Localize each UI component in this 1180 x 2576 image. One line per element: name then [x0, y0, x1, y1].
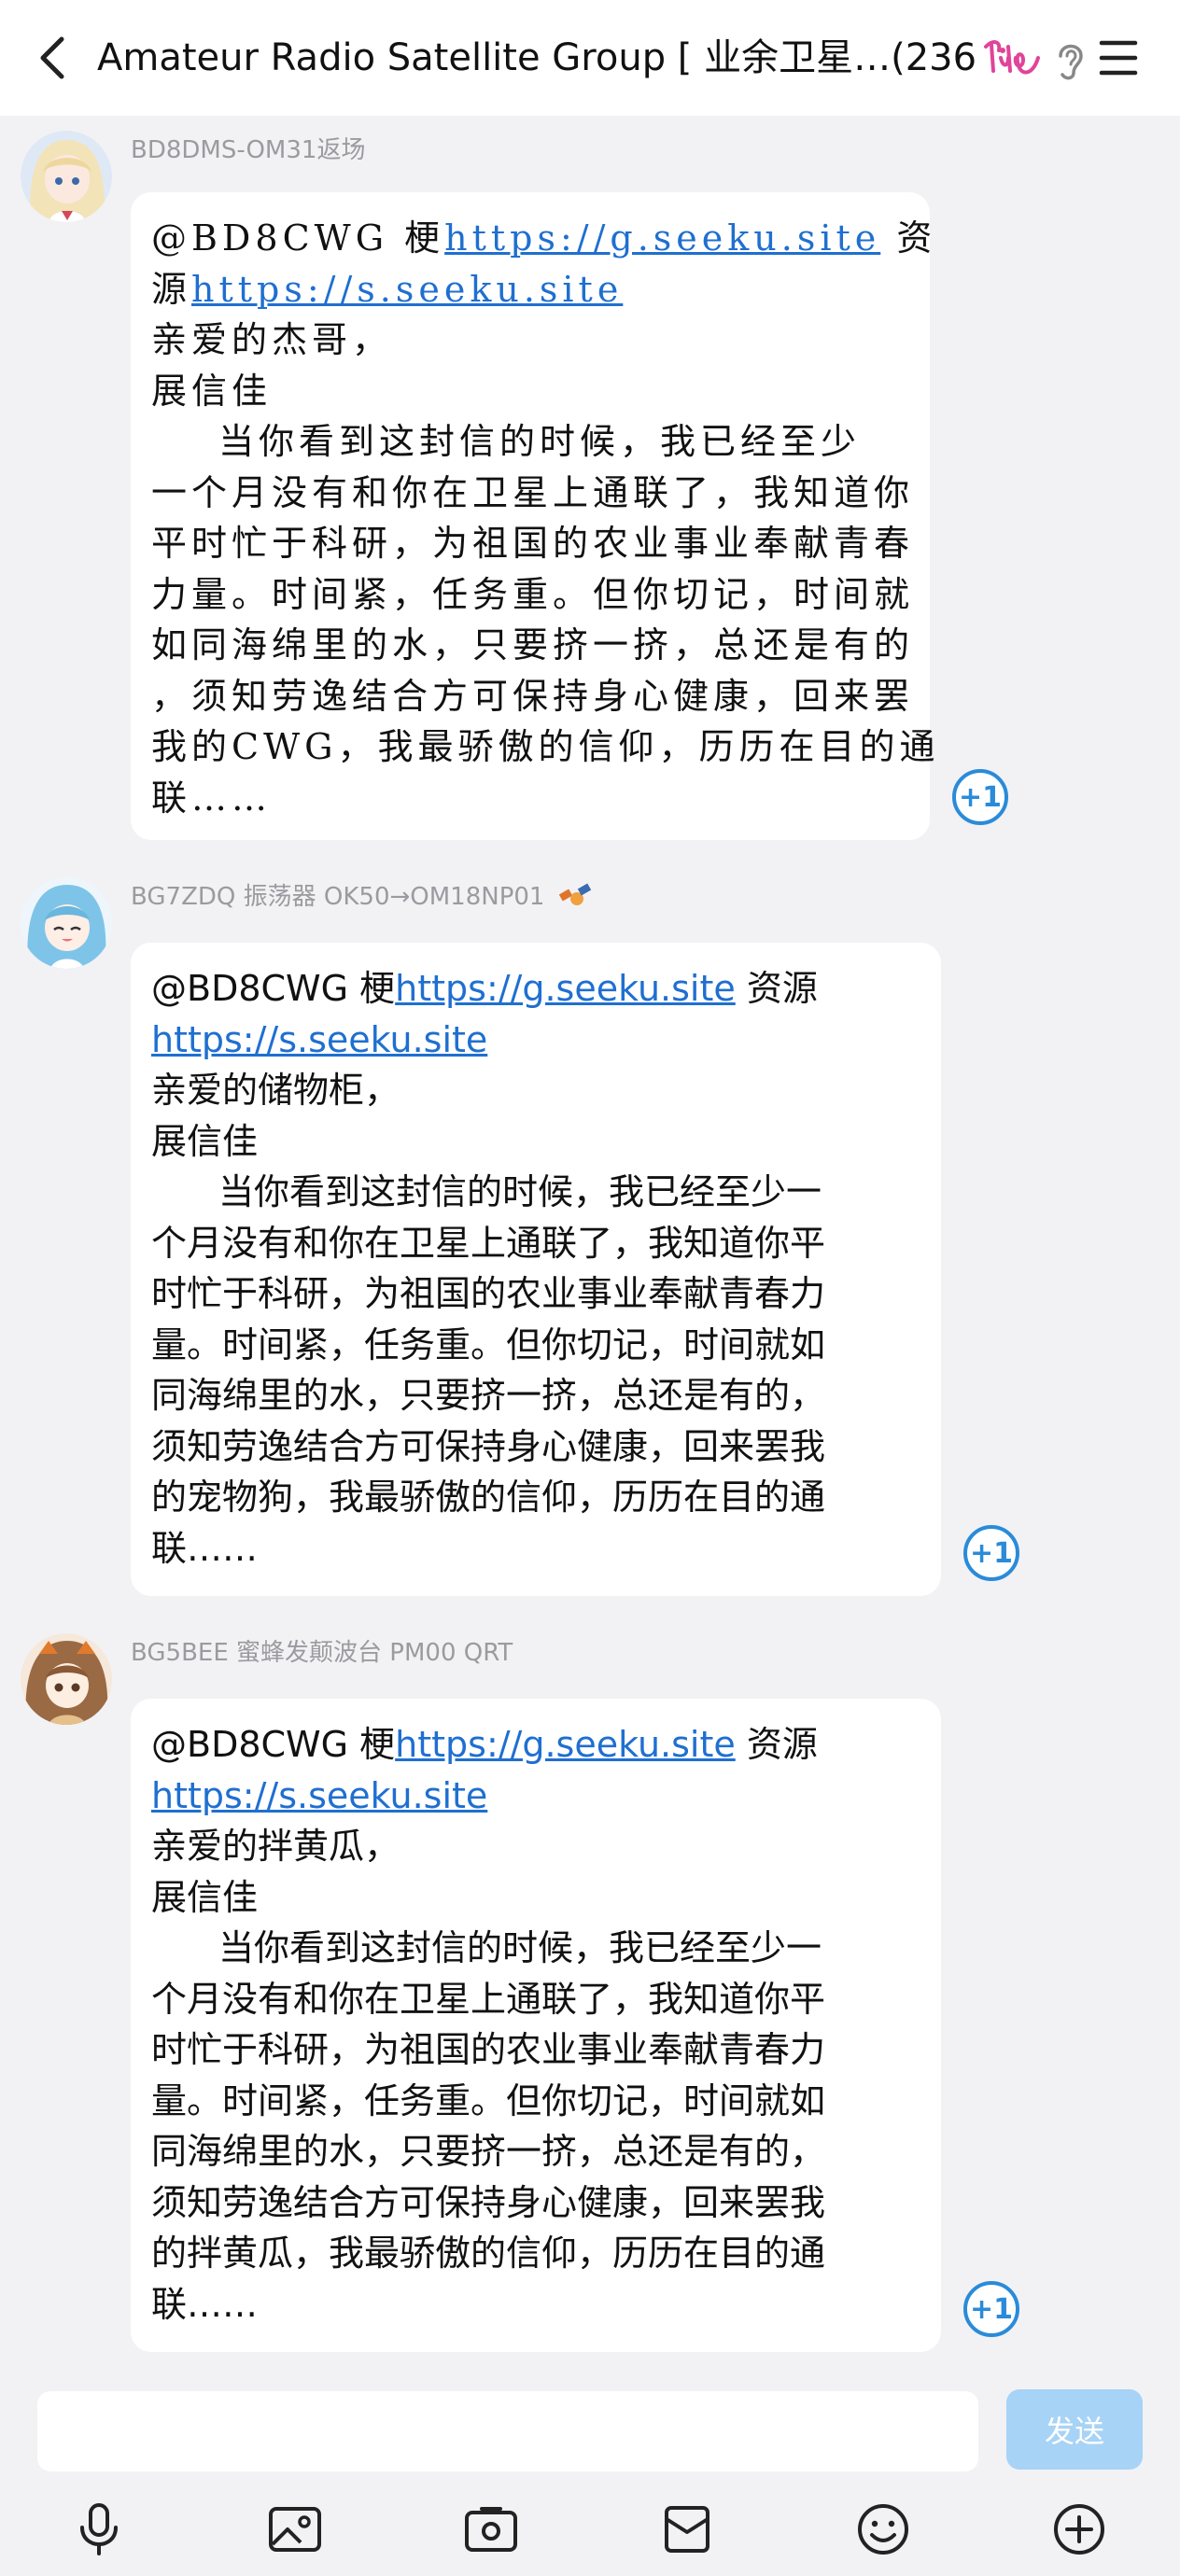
message-bubble[interactable]: @BD8CWG 梗https://g.seeku.site 资 源https:/…: [131, 192, 940, 840]
message-line: 量。时间紧，任务重。但你切记，时间就如: [151, 2079, 826, 2121]
message-line: 当你看到这封信的时候，我已经至少一: [218, 1171, 822, 1212]
avatar[interactable]: [21, 1633, 112, 1725]
back-button[interactable]: [26, 28, 78, 88]
tag-badge-icon[interactable]: [980, 30, 1047, 86]
sender-name[interactable]: BG7ZDQ 振荡器 OK50→OM18NP01: [131, 881, 594, 914]
bottom-toolbar: [0, 2483, 1180, 2576]
message-line: 量。时间紧，任务重。但你切记，时间就如: [151, 1323, 826, 1365]
back-arrow-icon: [40, 36, 64, 79]
message-line: 展信佳: [151, 1876, 259, 1918]
message-line: 时忙于科研，为祖国的农业事业奉献青春力: [151, 1273, 826, 1314]
message-line: 力量。时间紧，任务重。但你切记，时间就: [151, 573, 915, 615]
message-line: 联……: [151, 2283, 259, 2325]
message-line: 亲爱的拌黄瓜，: [151, 1826, 400, 1867]
chat-header: Amateur Radio Satellite Group [ 业余卫星…(23…: [0, 0, 1180, 116]
image-icon[interactable]: [263, 2498, 327, 2561]
link[interactable]: https://g.seeku.site: [395, 1724, 736, 1765]
menu-button[interactable]: [1096, 34, 1141, 82]
message-line: 个月没有和你在卫星上通联了，我知道你平: [151, 1978, 826, 2020]
message-line: 当你看到这封信的时候，我已经至少: [218, 421, 862, 462]
message-line: 同海绵里的水，只要挤一挤，总还是有的，: [151, 1375, 826, 1416]
sender-name[interactable]: BD8DMS-OM31返场: [131, 134, 365, 166]
message-line: ，须知劳逸结合方可保持身心健康，回来罢: [151, 675, 915, 717]
message-line: 的拌黄瓜，我最骄傲的信仰，历历在目的通: [151, 2233, 826, 2274]
message-text: 资源: [735, 1724, 818, 1765]
message-line: 展信佳: [151, 370, 273, 412]
message-line: https://s.seeku.site: [151, 1015, 920, 1066]
message-line: 个月没有和你在卫星上通联了，我知道你平: [151, 1222, 826, 1264]
message-line: 亲爱的储物柜，: [151, 1070, 400, 1111]
link[interactable]: https://s.seeku.site: [191, 269, 623, 310]
message-line: 联……: [151, 777, 273, 819]
group-title[interactable]: Amateur Radio Satellite Group [ 业余卫星…(23…: [97, 32, 975, 84]
message-bubble[interactable]: @BD8CWG 梗https://g.seeku.site 资源 https:/…: [131, 1699, 941, 2352]
message-line: @BD8CWG 梗https://g.seeku.site 资源: [151, 963, 920, 1015]
message-line: 的宠物狗，我最骄傲的信仰，历历在目的通: [151, 1477, 826, 1518]
message-line: 如同海绵里的水，只要挤一挤，总还是有的: [151, 624, 915, 665]
message-line: 我的CWG，我最骄傲的信仰，历历在目的通: [151, 726, 940, 767]
message-line: 亲爱的杰哥，: [151, 319, 393, 360]
send-button[interactable]: 发送: [1006, 2389, 1143, 2470]
ear-icon[interactable]: [1051, 37, 1089, 82]
camera-icon[interactable]: [459, 2498, 523, 2561]
mention-text[interactable]: @BD8CWG 梗: [151, 968, 395, 1009]
plus-icon[interactable]: [1047, 2498, 1111, 2561]
link[interactable]: https://g.seeku.site: [395, 968, 736, 1009]
message-line: 时忙于科研，为祖国的农业事业奉献青春力: [151, 2029, 826, 2070]
message-line: 须知劳逸结合方可保持身心健康，回来罢我: [151, 1425, 826, 1467]
message-text: 源: [151, 268, 192, 310]
satellite-emoji-icon: [558, 883, 591, 905]
sender-name[interactable]: BG5BEE 蜜蜂发颠波台 PM00 QRT: [131, 1637, 513, 1669]
message-text: 资: [880, 217, 937, 259]
avatar[interactable]: [21, 131, 112, 222]
message-line: 展信佳: [151, 1120, 259, 1162]
message-line: 平时忙于科研，为祖国的农业事业奉献青春: [151, 523, 915, 564]
message-line: 当你看到这封信的时候，我已经至少一: [218, 1927, 822, 1968]
message-input[interactable]: [37, 2391, 978, 2471]
message-line: @BD8CWG 梗https://g.seeku.site 资: [151, 213, 932, 264]
message-line: 源https://s.seeku.site: [151, 264, 909, 315]
mention-text[interactable]: @BD8CWG 梗: [151, 217, 444, 259]
hamburger-menu-icon: [1099, 40, 1138, 76]
message-line: 一个月没有和你在卫星上通联了，我知道你: [151, 471, 915, 513]
avatar[interactable]: [21, 877, 112, 969]
plus-one-button[interactable]: +1: [963, 1525, 1019, 1581]
message-line: 须知劳逸结合方可保持身心健康，回来罢我: [151, 2181, 826, 2223]
plus-one-button[interactable]: +1: [952, 769, 1008, 825]
message-text: 资源: [735, 968, 818, 1009]
message-line: https://s.seeku.site: [151, 1771, 920, 1822]
link[interactable]: https://s.seeku.site: [151, 1775, 487, 1816]
message-line: @BD8CWG 梗https://g.seeku.site 资源: [151, 1719, 920, 1771]
plus-one-button[interactable]: +1: [963, 2281, 1019, 2337]
emoji-icon[interactable]: [851, 2498, 915, 2561]
mention-text[interactable]: @BD8CWG 梗: [151, 1724, 395, 1765]
link[interactable]: https://s.seeku.site: [151, 1019, 487, 1060]
message-line: 联……: [151, 1527, 259, 1569]
sender-name-text: BG7ZDQ 振荡器 OK50→OM18NP01: [131, 883, 545, 911]
envelope-icon[interactable]: [655, 2498, 719, 2561]
message-line: 同海绵里的水，只要挤一挤，总还是有的，: [151, 2131, 826, 2172]
link[interactable]: https://g.seeku.site: [444, 217, 880, 259]
message-bubble[interactable]: @BD8CWG 梗https://g.seeku.site 资源 https:/…: [131, 943, 941, 1596]
microphone-icon[interactable]: [67, 2498, 131, 2561]
